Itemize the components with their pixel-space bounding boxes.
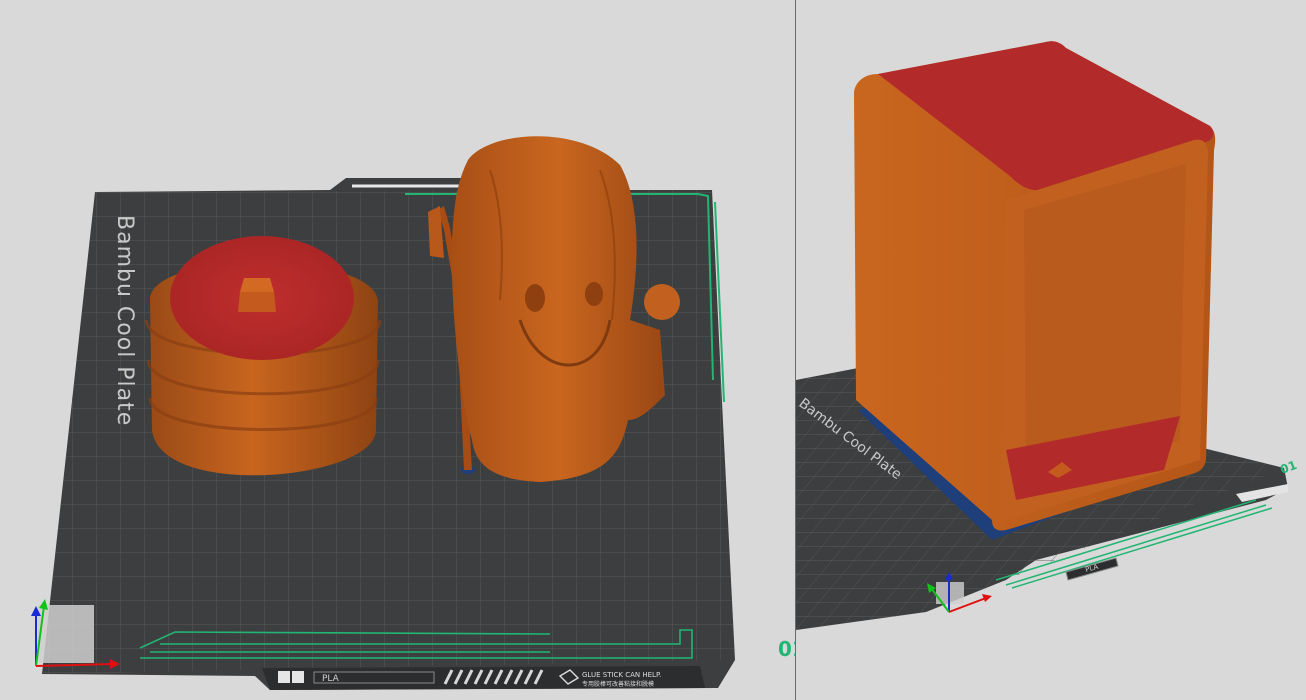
plate-number: 01 [1278,458,1298,477]
viewport-right[interactable]: PLA Bambu Cool Plate 01 [796,0,1306,700]
viewport-left[interactable]: PLA GLUE STICK CAN HELP. 专用胶棒可改善粘接和脱模 Ba… [0,0,795,700]
build-plate-left[interactable]: PLA GLUE STICK CAN HELP. 专用胶棒可改善粘接和脱模 Ba… [38,178,795,690]
qr-mark-icon [278,671,290,683]
filament-label: PLA [322,674,340,684]
plate-number: 01 [778,637,795,661]
glue-notice-en: GLUE STICK CAN HELP. [582,671,661,679]
model-lidded-container[interactable] [144,236,382,476]
plate-brand-label: Bambu Cool Plate [112,215,137,426]
glue-notice-cn: 专用胶棒可改善粘接和脱模 [582,680,654,688]
